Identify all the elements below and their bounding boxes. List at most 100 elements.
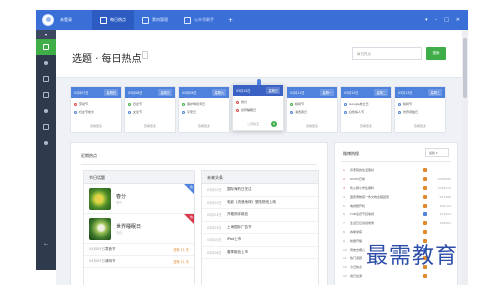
card-event[interactable]: 平安日 <box>182 110 226 114</box>
event-label: 世界睡眠日 <box>241 108 257 112</box>
headline-text: 春季新品上市 <box>227 249 248 254</box>
card-event[interactable]: 世界睡眠日 <box>236 108 280 112</box>
view-more-link[interactable]: 查看更多 <box>71 124 121 128</box>
pin-icon <box>257 79 261 85</box>
stats-icon <box>43 124 49 130</box>
add-tab-button[interactable]: + <box>222 10 239 30</box>
bookmark-icon[interactable] <box>142 51 148 59</box>
card-event[interactable]: 女生节 <box>128 110 172 114</box>
rail-item-clock[interactable] <box>36 103 56 119</box>
hot-row[interactable]: 13 春日出游 <box>343 272 451 281</box>
clock-icon <box>44 109 48 113</box>
arrow-right-icon <box>44 141 48 145</box>
card-event[interactable]: Google成立日 <box>344 102 388 106</box>
card-weekday: 星期二 <box>374 89 388 96</box>
maximize-icon[interactable]: □ <box>444 17 449 23</box>
tab-material[interactable]: 素材管理 <box>134 10 176 30</box>
headline-row[interactable]: 03月26日 春季新品上市 <box>202 247 318 259</box>
date-card[interactable]: 03月08日 星期五 妇女节 女生节 查看更多 <box>124 86 176 133</box>
search-input[interactable]: 每日热点 <box>352 47 422 60</box>
date-card[interactable]: 03月07日 星期四劳动节妇女节前夕查看更多 <box>70 86 122 133</box>
view-more-link[interactable]: 查看更多 <box>287 124 337 128</box>
minimize-icon[interactable]: – <box>435 17 438 23</box>
hot-row[interactable]: 5 电视剧开机 466724 <box>343 201 451 210</box>
card-event[interactable]: 妇女节 <box>128 102 172 106</box>
folder-icon <box>142 16 149 24</box>
future-headlines: 未来头条 03月22日 国际海豹日关注 03月22日 电影《流浪地球》登陆院线上映 03… <box>201 170 319 285</box>
hot-filter-select[interactable]: 最新 ▾ <box>425 148 449 157</box>
rail-collapse-icon[interactable]: ▾ <box>36 30 56 39</box>
date-card[interactable]: 03月10日 星期日 春分 世界睡眠日 二月初五 6 <box>232 79 284 131</box>
card-event[interactable]: 植树节 <box>398 102 442 106</box>
headline-text: 上海国际广告节 <box>227 224 252 229</box>
view-more-link[interactable]: 查看更多 <box>179 124 229 128</box>
date-card[interactable]: 03月09日 星期六 保护母亲河日 平安日 查看更多 <box>178 86 230 133</box>
headline-row[interactable]: 03月23日 开箱测评新品 <box>202 209 318 222</box>
headline-text: 电影《流浪地球》登陆院线上映 <box>227 199 276 204</box>
headline-row[interactable]: 03月23日 上海国际广告节 <box>202 222 318 234</box>
event-label: 植树节 <box>403 102 413 106</box>
rail-item-expand[interactable] <box>36 135 56 151</box>
card-event[interactable]: 白色情人节 <box>344 110 388 114</box>
headline-row[interactable]: 03月22日 国际海豹日关注 <box>202 184 318 197</box>
festival-row[interactable]: 04月05日 寒食节 还有 11 天 <box>84 244 194 256</box>
festival-topics-title: 节日话题 <box>84 171 194 184</box>
rail-item-calendar[interactable] <box>36 71 56 87</box>
event-label: 白色情人节 <box>349 110 365 114</box>
view-more-link[interactable]: 查看更多 <box>341 124 391 128</box>
back-arrow-icon[interactable]: ← <box>36 242 56 248</box>
card-event[interactable]: 劳动节 <box>74 102 118 106</box>
card-event[interactable]: 春分 <box>236 100 280 104</box>
date-card[interactable]: 03月12日 星期二 Google成立日 白色情人节 查看更多 <box>340 86 392 133</box>
scrollbar-thumb[interactable] <box>463 38 467 98</box>
hot-rank: 6 <box>343 212 345 217</box>
hot-row[interactable]: 8 春季穿搭 <box>343 228 451 237</box>
card-header: 03月07日 星期四 <box>71 87 121 98</box>
festival-card[interactable]: 世界睡眠日 节日 热 <box>84 214 194 244</box>
hot-count: 1058899 <box>437 177 451 182</box>
date-card[interactable]: 03月13日 星期三植树节世界肾脏日查看更多 <box>394 86 446 133</box>
festival-row[interactable]: 04月05日 清明节 还有 11 天 <box>84 256 194 268</box>
card-event[interactable]: 消费者日 <box>290 110 334 114</box>
festival-card[interactable]: 春分 节气 热 <box>84 184 194 214</box>
search-button[interactable]: 搜索 <box>426 47 446 60</box>
login-status[interactable]: 未登录 <box>60 17 72 23</box>
date-card[interactable]: 03月11日 星期一 植树节 消费者日 查看更多 <box>286 86 338 133</box>
festival-name: 春分 <box>116 194 127 200</box>
scrollbar[interactable] <box>462 30 468 285</box>
circle-icon <box>398 102 401 106</box>
tab-daily-hot[interactable]: 每日热点 <box>92 10 134 30</box>
rail-item-stats[interactable] <box>36 119 56 135</box>
headline-date: 03月26日 <box>207 250 222 255</box>
event-label: Google成立日 <box>349 102 369 106</box>
hot-rank: 7 <box>343 221 345 226</box>
rail-item-topics[interactable] <box>36 39 56 55</box>
hot-rank: 8 <box>343 229 345 234</box>
hot-row[interactable]: 2 OOTD日常 1058899 <box>343 175 451 184</box>
hot-row[interactable]: 3 吃火锅小学生爆料 1045279 <box>343 184 451 193</box>
hot-row[interactable]: 4 国家博物馆一件文物全程回家 527488 <box>343 192 451 201</box>
rail-item-document[interactable] <box>36 87 56 103</box>
headline-row[interactable]: 03月22日 电影《流浪地球》登陆院线上映 <box>202 197 318 209</box>
hot-text: 电视剧开机 <box>350 203 366 208</box>
view-more-link[interactable]: 查看更多 <box>395 124 445 128</box>
card-event[interactable]: 植树节 <box>290 102 334 106</box>
rail-item-compass[interactable] <box>36 55 56 71</box>
festival-date: 04月05日 <box>89 259 105 263</box>
card-event[interactable]: 保护母亲河日 <box>182 102 226 106</box>
card-header: 03月13日 星期三 <box>395 87 445 98</box>
close-icon[interactable]: ✕ <box>456 17 460 23</box>
hot-row[interactable]: 1 养老院的生活很好 <box>343 166 451 175</box>
document-icon <box>43 92 49 98</box>
card-event[interactable]: 妇女节前夕 <box>74 110 118 114</box>
hot-row[interactable]: 6 TVB演员节目收视 427002 <box>343 210 451 219</box>
card-event[interactable]: 世界肾脏日 <box>398 110 442 114</box>
headline-row[interactable]: 03月25日 iPad上市 <box>202 234 318 247</box>
headline-text: 开箱测评新品 <box>227 212 248 217</box>
hot-rank: 3 <box>343 185 345 190</box>
view-more-link[interactable]: 查看更多 <box>125 124 175 128</box>
avatar[interactable] <box>42 14 54 26</box>
menu-icon[interactable]: ▾ <box>425 17 428 23</box>
hot-row[interactable]: 7 生活日记说说收录 398402 <box>343 219 451 228</box>
tab-assistant[interactable]: 公众号助手 <box>176 10 222 30</box>
